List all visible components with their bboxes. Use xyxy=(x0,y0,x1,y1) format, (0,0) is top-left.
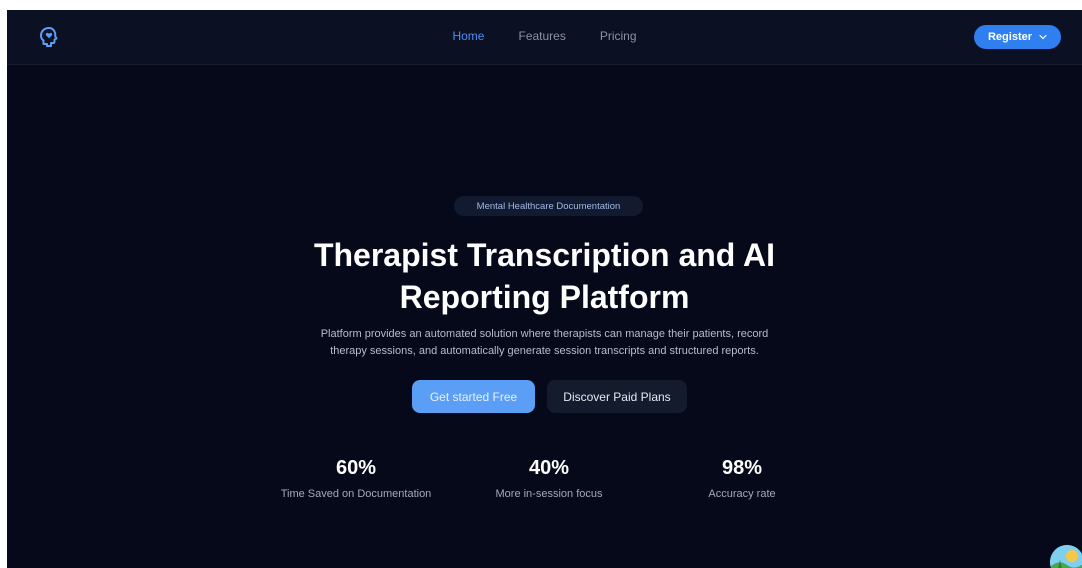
discover-plans-button[interactable]: Discover Paid Plans xyxy=(547,380,687,413)
hero-subtitle-line-1: Platform provides an automated solution … xyxy=(320,328,769,340)
top-navbar: Home Features Pricing Register xyxy=(7,10,1082,65)
assistant-avatar[interactable] xyxy=(1050,545,1082,568)
stat-value-time-saved: 60% xyxy=(335,457,377,479)
hero-subtitle-line-2: therapy sessions, and automatically gene… xyxy=(330,345,759,357)
stat-label-focus: More in-session focus xyxy=(495,488,603,500)
nav-links: Home Features Pricing xyxy=(7,29,1082,43)
register-button-label: Register xyxy=(987,31,1033,43)
chevron-down-icon xyxy=(1039,34,1047,40)
stat-value-focus: 40% xyxy=(528,457,570,479)
get-started-button[interactable]: Get started Free xyxy=(412,380,535,413)
register-button[interactable]: Register xyxy=(974,25,1061,49)
stat-label-time-saved: Time Saved on Documentation xyxy=(280,488,432,500)
nav-link-features[interactable]: Features xyxy=(518,29,565,43)
stat-label-accuracy: Accuracy rate xyxy=(708,488,776,500)
page-frame: Home Features Pricing Register Mental He… xyxy=(7,10,1082,568)
stat-value-accuracy: 98% xyxy=(721,457,763,479)
category-badge: Mental Healthcare Documentation xyxy=(454,196,643,216)
nav-link-pricing[interactable]: Pricing xyxy=(600,29,637,43)
nav-link-home[interactable]: Home xyxy=(452,29,484,43)
hero-title-line-2: Reporting Platform xyxy=(399,279,690,315)
hero-title-line-1: Therapist Transcription and AI xyxy=(313,237,776,273)
